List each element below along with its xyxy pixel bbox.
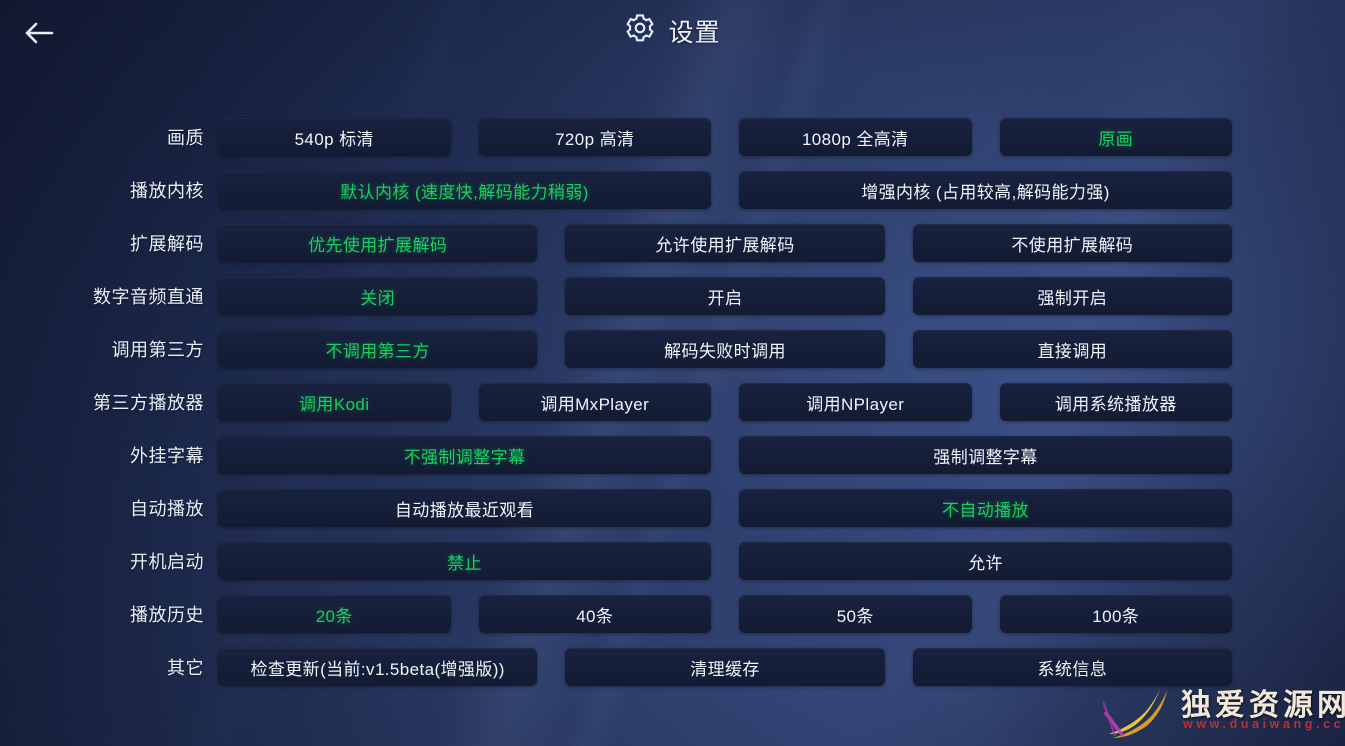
- gear-icon: [624, 12, 656, 49]
- settings-screen: 设置 画质 540p 标清 720p 高清 1080p 全高清 原画播放内核 默认内核 (…: [0, 0, 1345, 746]
- settings-row: 第三方播放器 调用Kodi 调用MxPlayer 调用NPlayer 调用系统播放器: [0, 383, 1345, 421]
- header-bar: 设置: [0, 0, 1345, 66]
- option-button[interactable]: 开启: [565, 277, 885, 315]
- option-button[interactable]: 1080p 全高清: [739, 118, 972, 156]
- option-button[interactable]: 不自动播放: [739, 489, 1232, 527]
- option-button[interactable]: 强制调整字幕: [739, 436, 1232, 474]
- option-button[interactable]: 20条: [218, 595, 451, 633]
- settings-option-group: 自动播放最近观看 不自动播放: [218, 489, 1345, 527]
- settings-row: 播放内核 默认内核 (速度快,解码能力稍弱) 增强内核 (占用较高,解码能力强): [0, 171, 1345, 209]
- settings-option-group: 检查更新(当前:v1.5beta(增强版)) 清理缓存 系统信息: [218, 648, 1345, 686]
- settings-row: 开机启动 禁止 允许: [0, 542, 1345, 580]
- settings-option-group: 优先使用扩展解码 允许使用扩展解码 不使用扩展解码: [218, 224, 1345, 262]
- settings-option-group: 默认内核 (速度快,解码能力稍弱) 增强内核 (占用较高,解码能力强): [218, 171, 1345, 209]
- settings-list: 画质 540p 标清 720p 高清 1080p 全高清 原画播放内核 默认内核 (速度快…: [0, 66, 1345, 686]
- settings-row: 画质 540p 标清 720p 高清 1080p 全高清 原画: [0, 118, 1345, 156]
- option-button[interactable]: 调用Kodi: [218, 383, 451, 421]
- settings-row: 数字音频直通 关闭 开启 强制开启: [0, 277, 1345, 315]
- option-button[interactable]: 清理缓存: [565, 648, 885, 686]
- option-button[interactable]: 增强内核 (占用较高,解码能力强): [739, 171, 1232, 209]
- settings-row: 外挂字幕 不强制调整字幕 强制调整字幕: [0, 436, 1345, 474]
- option-button[interactable]: 不强制调整字幕: [218, 436, 711, 474]
- option-button[interactable]: 调用系统播放器: [999, 383, 1232, 421]
- watermark-url: www.duaiwang.cc: [1183, 717, 1345, 731]
- option-button[interactable]: 不使用扩展解码: [912, 224, 1232, 262]
- settings-option-group: 20条 40条 50条 100条: [218, 595, 1345, 633]
- option-button[interactable]: 强制开启: [912, 277, 1232, 315]
- settings-row-label: 扩展解码: [130, 234, 204, 254]
- option-button[interactable]: 默认内核 (速度快,解码能力稍弱): [218, 171, 711, 209]
- settings-option-group: 关闭 开启 强制开启: [218, 277, 1345, 315]
- option-button[interactable]: 直接调用: [912, 330, 1232, 368]
- page-title: 设置: [0, 12, 1345, 49]
- page-title-text: 设置: [668, 18, 721, 47]
- option-button[interactable]: 调用NPlayer: [739, 383, 972, 421]
- option-button[interactable]: 调用MxPlayer: [478, 383, 711, 421]
- option-button[interactable]: 50条: [739, 595, 972, 633]
- option-button[interactable]: 540p 标清: [218, 118, 451, 156]
- settings-row-label: 外挂字幕: [130, 446, 204, 466]
- watermark-name: 独爱资源网: [1181, 689, 1345, 722]
- settings-row-label: 数字音频直通: [93, 287, 204, 307]
- watermark: 独爱资源网 www.duaiwang.cc: [1099, 676, 1345, 744]
- settings-option-group: 不强制调整字幕 强制调整字幕: [218, 436, 1345, 474]
- option-button[interactable]: 不调用第三方: [218, 330, 538, 368]
- settings-row-label: 第三方播放器: [93, 393, 204, 413]
- settings-row: 自动播放 自动播放最近观看 不自动播放: [0, 489, 1345, 527]
- settings-row-label: 播放历史: [130, 605, 204, 625]
- option-button[interactable]: 关闭: [218, 277, 538, 315]
- option-button[interactable]: 40条: [478, 595, 711, 633]
- option-button[interactable]: 解码失败时调用: [565, 330, 885, 368]
- option-button[interactable]: 原画: [999, 118, 1232, 156]
- settings-row-label: 自动播放: [130, 499, 204, 519]
- settings-option-group: 调用Kodi 调用MxPlayer 调用NPlayer 调用系统播放器: [218, 383, 1345, 421]
- option-button[interactable]: 禁止: [218, 542, 711, 580]
- option-button[interactable]: 优先使用扩展解码: [218, 224, 538, 262]
- settings-row-label: 其它: [167, 658, 204, 678]
- settings-row-label: 画质: [167, 128, 204, 148]
- settings-row: 播放历史 20条 40条 50条 100条: [0, 595, 1345, 633]
- settings-row-label: 开机启动: [130, 552, 204, 572]
- settings-row: 其它 检查更新(当前:v1.5beta(增强版)) 清理缓存 系统信息: [0, 648, 1345, 686]
- settings-row: 调用第三方 不调用第三方 解码失败时调用 直接调用: [0, 330, 1345, 368]
- option-button[interactable]: 自动播放最近观看: [218, 489, 711, 527]
- option-button[interactable]: 允许: [739, 542, 1232, 580]
- settings-row-label: 播放内核: [130, 181, 204, 201]
- settings-option-group: 不调用第三方 解码失败时调用 直接调用: [218, 330, 1345, 368]
- swoosh-logo-icon: [1103, 686, 1167, 738]
- option-button[interactable]: 允许使用扩展解码: [565, 224, 885, 262]
- option-button[interactable]: 检查更新(当前:v1.5beta(增强版)): [218, 648, 538, 686]
- settings-option-group: 禁止 允许: [218, 542, 1345, 580]
- option-button[interactable]: 系统信息: [912, 648, 1232, 686]
- option-button[interactable]: 100条: [999, 595, 1232, 633]
- settings-row: 扩展解码 优先使用扩展解码 允许使用扩展解码 不使用扩展解码: [0, 224, 1345, 262]
- option-button[interactable]: 720p 高清: [478, 118, 711, 156]
- settings-option-group: 540p 标清 720p 高清 1080p 全高清 原画: [218, 118, 1345, 156]
- settings-row-label: 调用第三方: [111, 340, 204, 360]
